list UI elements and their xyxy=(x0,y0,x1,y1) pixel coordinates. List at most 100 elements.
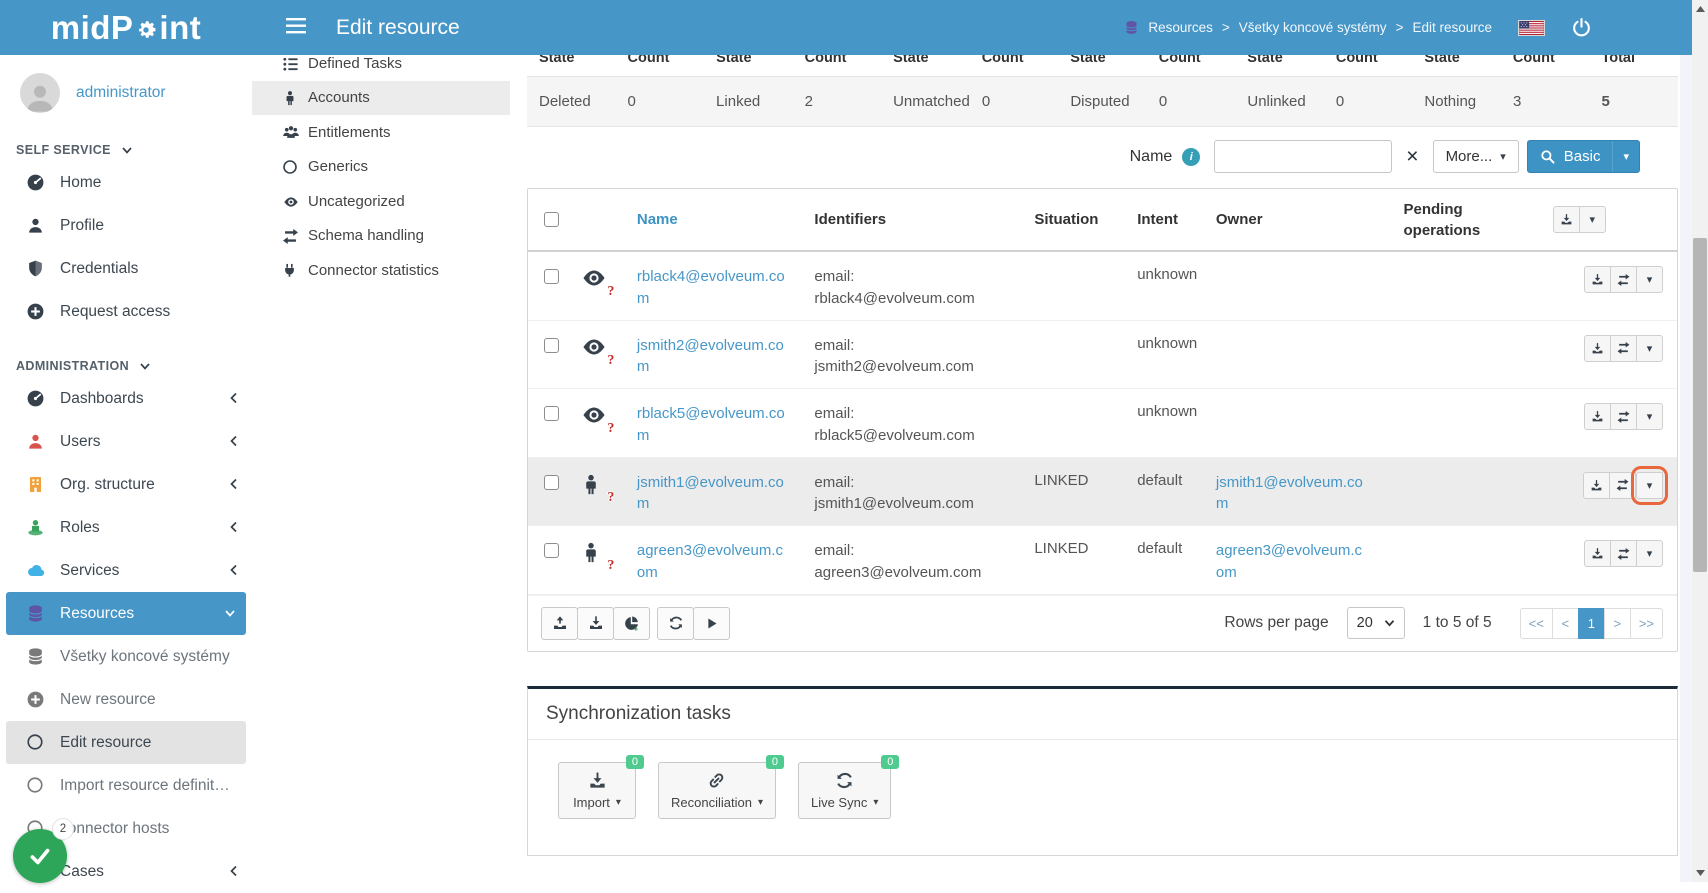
sidebar-item-dashboards[interactable]: Dashboards xyxy=(0,377,252,420)
refresh-button[interactable] xyxy=(657,607,694,640)
menu-item-defined-tasks[interactable]: Defined Tasks xyxy=(252,55,510,81)
run-task-button[interactable] xyxy=(693,607,730,640)
more-button[interactable]: More... ▾ xyxy=(1433,140,1519,173)
search-mode-button[interactable]: Basic ▾ xyxy=(1527,140,1640,173)
export-table-button[interactable] xyxy=(1553,206,1580,233)
sidebar-item-edit-resource[interactable]: Edit resource xyxy=(6,721,246,764)
import-account-button[interactable] xyxy=(1584,335,1611,362)
row-checkbox[interactable] xyxy=(544,543,559,558)
menu-item-uncategorized[interactable]: Uncategorized xyxy=(252,184,510,219)
sidebar-item-request-access[interactable]: Request access xyxy=(0,290,252,333)
menu-item-accounts[interactable]: Accounts xyxy=(252,81,510,116)
search-mode-caret[interactable]: ▾ xyxy=(1612,141,1639,172)
column-header-name[interactable]: Name xyxy=(631,189,809,251)
table-menu-caret-button[interactable]: ▾ xyxy=(1579,206,1606,233)
chevron-down-icon xyxy=(1384,619,1395,627)
live-sync-task-button[interactable]: Live Sync▾ 0 xyxy=(798,762,891,819)
account-name-link[interactable]: agreen3@evolveum.com xyxy=(637,540,787,584)
import-account-button[interactable] xyxy=(1584,540,1611,567)
row-menu-caret-button-highlighted[interactable]: ▾ xyxy=(1636,472,1663,499)
create-report-button[interactable]: + xyxy=(613,607,650,640)
hamburger-menu-icon[interactable] xyxy=(280,12,312,43)
change-owner-button[interactable] xyxy=(1610,335,1637,362)
row-menu-caret-button[interactable]: ▾ xyxy=(1636,540,1663,567)
caret-down-icon: ▾ xyxy=(1647,547,1653,560)
sidebar-item-credentials[interactable]: Credentials xyxy=(0,247,252,290)
pager-last-button[interactable]: >> xyxy=(1630,608,1663,639)
reconciliation-task-button[interactable]: Reconciliation▾ 0 xyxy=(658,762,776,819)
menu-item-generics[interactable]: Generics xyxy=(252,150,510,185)
row-menu-caret-button[interactable]: ▾ xyxy=(1636,335,1663,362)
vertical-scrollbar[interactable] xyxy=(1692,0,1708,882)
success-toast[interactable]: 2 xyxy=(13,829,67,883)
account-name-link[interactable]: jsmith1@evolveum.com xyxy=(637,472,787,516)
sidebar-item-org-structure[interactable]: Org. structure xyxy=(0,463,252,506)
change-owner-button[interactable] xyxy=(1610,266,1637,293)
sidebar-item-import-resource-definition[interactable]: Import resource definit… xyxy=(0,764,252,807)
scroll-up-arrow[interactable] xyxy=(1692,1,1708,17)
upload-button[interactable] xyxy=(541,607,578,640)
state-count: 3 xyxy=(1501,93,1590,110)
role-person-icon xyxy=(26,518,60,537)
row-menu-caret-button[interactable]: ▾ xyxy=(1636,266,1663,293)
pager-page-1-button[interactable]: 1 xyxy=(1578,608,1605,639)
account-name-link[interactable]: jsmith2@evolveum.com xyxy=(637,335,787,379)
table-toolbar: + xyxy=(542,607,730,640)
owner-link[interactable]: agreen3@evolveum.com xyxy=(1216,540,1366,584)
sidebar-item-resources[interactable]: Resources xyxy=(6,592,246,635)
import-task-button[interactable]: Import▾ 0 xyxy=(558,762,636,819)
scrollbar-thumb[interactable] xyxy=(1693,238,1707,572)
clear-search-icon[interactable]: × xyxy=(1400,146,1424,167)
pager-prev-button[interactable]: < xyxy=(1552,608,1579,639)
account-name-link[interactable]: rblack5@evolveum.com xyxy=(637,403,787,447)
row-checkbox[interactable] xyxy=(544,475,559,490)
import-account-button[interactable] xyxy=(1584,266,1611,293)
state-count: 0 xyxy=(616,93,705,110)
section-label: ADMINISTRATION xyxy=(16,359,129,373)
sidebar-item-users[interactable]: Users xyxy=(0,420,252,463)
breadcrumb: Resources > Všetky koncové systémy > Edi… xyxy=(1124,20,1492,35)
section-administration[interactable]: ADMINISTRATION xyxy=(0,355,252,377)
account-row: ? rblack5@evolveum.com email:rblack5@evo… xyxy=(528,389,1677,458)
locale-flag-us[interactable] xyxy=(1518,20,1545,36)
sidebar-item-profile[interactable]: Profile xyxy=(0,204,252,247)
info-icon[interactable]: i xyxy=(1182,148,1200,166)
menu-item-entitlements[interactable]: Entitlements xyxy=(252,115,510,150)
import-account-button[interactable] xyxy=(1584,403,1611,430)
breadcrumb-all-resources[interactable]: Všetky koncové systémy xyxy=(1239,20,1387,35)
menu-item-connector-statistics[interactable]: Connector statistics xyxy=(252,253,510,288)
breadcrumb-resources[interactable]: Resources xyxy=(1148,20,1213,35)
database-icon xyxy=(1124,20,1139,35)
select-all-checkbox[interactable] xyxy=(544,212,559,227)
person-icon xyxy=(282,89,308,107)
scroll-down-arrow[interactable] xyxy=(1692,865,1708,881)
menu-item-schema-handling[interactable]: Schema handling xyxy=(252,219,510,254)
account-name-link[interactable]: rblack4@evolveum.com xyxy=(637,266,787,310)
section-self-service[interactable]: SELF SERVICE xyxy=(0,139,252,161)
row-checkbox[interactable] xyxy=(544,269,559,284)
sidebar-item-new-resource[interactable]: New resource xyxy=(0,678,252,721)
search-input[interactable] xyxy=(1214,140,1392,173)
pager-first-button[interactable]: << xyxy=(1520,608,1553,639)
state-name: Deleted xyxy=(527,93,616,110)
import-account-button[interactable] xyxy=(1583,472,1610,499)
rows-per-page-select[interactable]: 20 xyxy=(1347,607,1405,639)
change-owner-button[interactable] xyxy=(1610,403,1637,430)
download-button[interactable] xyxy=(577,607,614,640)
row-menu-caret-button[interactable]: ▾ xyxy=(1636,403,1663,430)
sidebar-item-services[interactable]: Services xyxy=(0,549,252,592)
user-name-link[interactable]: administrator xyxy=(76,84,166,102)
pending-operations-cell xyxy=(1398,320,1547,389)
owner-link[interactable]: jsmith1@evolveum.com xyxy=(1216,472,1366,516)
row-checkbox[interactable] xyxy=(544,406,559,421)
sidebar-item-all-resources[interactable]: Všetky koncové systémy xyxy=(0,635,252,678)
pager-next-button[interactable]: > xyxy=(1604,608,1631,639)
change-owner-button[interactable] xyxy=(1610,540,1637,567)
change-owner-button[interactable] xyxy=(1609,472,1636,499)
sidebar-item-roles[interactable]: Roles xyxy=(0,506,252,549)
breadcrumb-edit-resource[interactable]: Edit resource xyxy=(1412,20,1492,35)
logout-power-icon[interactable] xyxy=(1571,17,1592,38)
main-content: State Count State Count State Count Stat… xyxy=(527,55,1678,882)
row-checkbox[interactable] xyxy=(544,338,559,353)
sidebar-item-home[interactable]: Home xyxy=(0,161,252,204)
